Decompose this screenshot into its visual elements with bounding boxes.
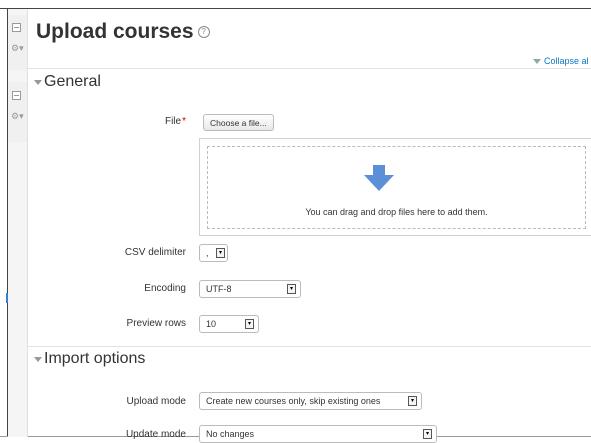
chevron-down-icon: ▾ xyxy=(408,396,417,406)
chevron-down-icon: ▾ xyxy=(423,429,432,439)
file-label: File* xyxy=(165,116,186,127)
upload-mode-value: Create new courses only, skip existing o… xyxy=(206,396,381,406)
page-title: Upload courses? xyxy=(36,20,210,44)
encoding-select[interactable]: UTF-8 ▾ xyxy=(199,280,301,298)
dock-toggle-icon[interactable] xyxy=(12,23,21,32)
section-header-general[interactable]: General xyxy=(34,73,101,91)
chevron-down-icon: ▾ xyxy=(287,284,296,294)
collapse-all-link[interactable]: Collapse al xyxy=(533,56,589,66)
help-icon[interactable]: ? xyxy=(197,26,210,39)
dock-block-1: ⚙▾ xyxy=(8,15,27,70)
section-divider xyxy=(27,346,591,347)
arrow-down-icon xyxy=(364,165,394,191)
collapse-triangle-icon xyxy=(34,79,42,85)
upload-mode-select[interactable]: Create new courses only, skip existing o… xyxy=(199,392,422,410)
dock-toggle-icon[interactable] xyxy=(12,91,21,100)
chevron-down-icon: ▾ xyxy=(216,248,225,258)
required-icon: * xyxy=(182,116,186,127)
gear-icon[interactable]: ⚙▾ xyxy=(11,111,24,121)
collapse-triangle-icon xyxy=(533,59,541,65)
upload-mode-label: Upload mode xyxy=(126,396,186,407)
update-mode-label: Update mode xyxy=(125,429,186,440)
file-label-text: File xyxy=(164,116,182,127)
section-title-general: General xyxy=(44,73,101,90)
preview-rows-label: Preview rows xyxy=(126,318,186,329)
collapse-all-text: Collapse al xyxy=(544,56,589,66)
encoding-label: Encoding xyxy=(144,283,186,294)
preview-rows-select[interactable]: 10 ▾ xyxy=(199,315,259,333)
dock-block-2: ⚙▾ xyxy=(8,82,27,142)
section-header-import-options[interactable]: Import options xyxy=(34,350,145,368)
gear-icon[interactable]: ⚙▾ xyxy=(11,43,24,53)
update-mode-value: No changes xyxy=(206,429,255,439)
section-title-import-options: Import options xyxy=(44,350,146,367)
top-border xyxy=(0,8,591,9)
csv-delimiter-label: CSV delimiter xyxy=(124,247,186,258)
browser-frame: ⚙▾ ⚙▾ Upload courses? Collapse al Genera… xyxy=(0,0,591,443)
collapse-triangle-icon xyxy=(34,356,42,362)
choose-file-button[interactable]: Choose a file... xyxy=(203,114,274,131)
encoding-value: UTF-8 xyxy=(206,284,232,294)
drop-instructions: You can drag and drop files here to add … xyxy=(305,207,488,217)
csv-delimiter-value: , xyxy=(206,248,209,258)
left-dock: ⚙▾ ⚙▾ xyxy=(8,9,28,437)
update-mode-select[interactable]: No changes ▾ xyxy=(199,425,437,443)
page-title-text: Upload courses xyxy=(36,20,194,43)
chevron-down-icon: ▾ xyxy=(245,319,254,329)
preview-rows-value: 10 xyxy=(206,319,217,329)
csv-delimiter-select[interactable]: , ▾ xyxy=(199,244,228,262)
section-divider xyxy=(27,68,591,69)
